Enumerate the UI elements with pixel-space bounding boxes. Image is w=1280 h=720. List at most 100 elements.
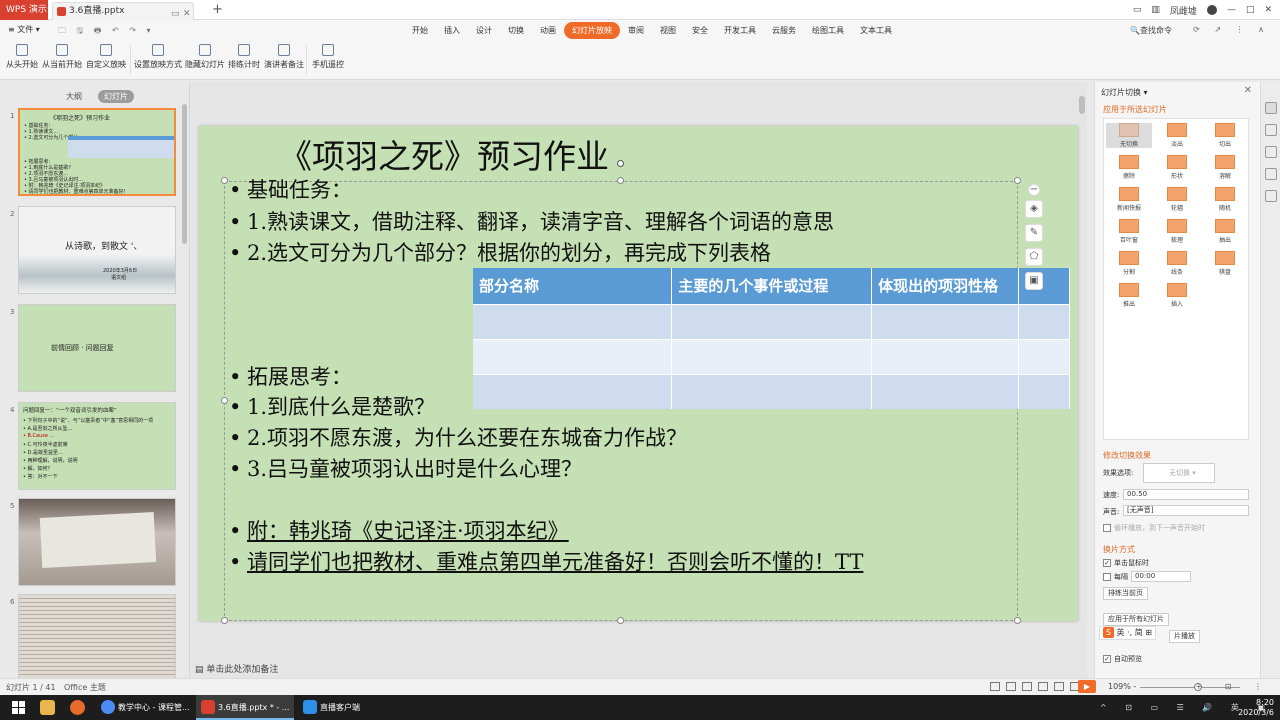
resize-handle-bottom-left[interactable] [221, 617, 228, 624]
notes-area[interactable]: ▤ 单击此处添加备注 [195, 662, 278, 675]
document-tab[interactable]: 3.6直播.pptx ▭ ✕ [52, 2, 194, 20]
transition-option[interactable]: 轮辐 [1154, 187, 1200, 212]
frame-float-icon[interactable]: ▣ [1025, 272, 1043, 290]
transition-option[interactable]: 切出 [1202, 123, 1248, 148]
hide-slide-button[interactable]: 隐藏幻灯片 [185, 44, 225, 70]
close-icon[interactable]: ✕ [1244, 85, 1252, 96]
panel-icon[interactable]: ▥ [1151, 5, 1160, 15]
resize-handle-top-right[interactable] [1014, 177, 1021, 184]
slide-thumbnail-3[interactable]: 前情回顾 · 问题回复 [18, 304, 176, 392]
transition-option[interactable]: 线条 [1154, 251, 1200, 276]
close-window-button[interactable]: ✕ [1264, 5, 1272, 15]
tab-outline[interactable]: 大纲 [60, 90, 88, 103]
ribbon-tab[interactable]: 安全 [684, 22, 716, 39]
resize-handle-left[interactable] [221, 397, 228, 404]
rehearse-current-button[interactable]: 排练当前页 [1103, 587, 1148, 600]
transition-option[interactable]: 抽出 [1202, 219, 1248, 244]
notes-view-icon[interactable] [1038, 682, 1048, 691]
table-cell[interactable] [473, 338, 673, 374]
ribbon-right-icons[interactable]: ⟳ ↗ ⋮ ∧ [1193, 25, 1270, 34]
table-cell[interactable] [671, 303, 873, 339]
status-right-icons[interactable]: + ⊡ ⋮ [1196, 682, 1273, 691]
transition-option[interactable]: 棋盘 [1202, 251, 1248, 276]
ribbon-tab[interactable]: 切换 [500, 22, 532, 39]
avatar[interactable] [1206, 5, 1217, 15]
ribbon-tab[interactable]: 云服务 [764, 22, 804, 39]
wps-app-tab[interactable]: WPS 演示 [0, 0, 48, 20]
transition-option[interactable]: 形状 [1154, 155, 1200, 180]
speaker-notes-button[interactable]: 演讲者备注 [264, 44, 304, 70]
transition-option[interactable]: 随机 [1202, 187, 1248, 212]
transition-option[interactable]: 擦除 [1106, 155, 1152, 180]
custom-show-button[interactable]: 自定义放映 [86, 44, 126, 70]
table-cell[interactable] [1018, 373, 1070, 409]
outline-view-icon[interactable] [1054, 682, 1064, 691]
firefox-icon[interactable] [70, 700, 85, 715]
transition-option[interactable]: 无切换 [1106, 123, 1152, 148]
ribbon-tab[interactable]: 视图 [652, 22, 684, 39]
slide-thumbnail-4[interactable]: 问题回复一：“一个双音词引发的血案” • 下列句子中的“说”、与“以塞责者”中“… [18, 402, 176, 490]
start-slideshow-button[interactable]: ▶ [1078, 680, 1096, 693]
slide-thumbnail-5[interactable] [18, 498, 176, 586]
resize-handle-bottom[interactable] [617, 617, 624, 624]
transition-option[interactable]: 分割 [1106, 251, 1152, 276]
table-cell[interactable] [671, 373, 873, 409]
apply-all-button[interactable]: 应用于所有幻灯片 [1103, 613, 1169, 626]
rotate-handle[interactable] [617, 160, 624, 167]
every-time-input[interactable]: 00:00 [1131, 571, 1191, 582]
transition-option[interactable]: 百叶窗 [1106, 219, 1152, 244]
play-from-current-button[interactable]: 从当前开始 [42, 44, 82, 70]
ribbon-tab[interactable]: 开始 [404, 22, 436, 39]
transition-option[interactable]: 推出 [1106, 283, 1152, 308]
transition-option[interactable]: 淡出 [1154, 123, 1200, 148]
table-cell[interactable] [1018, 303, 1070, 339]
current-slide[interactable]: 《项羽之死》预习作业 • 基础任务： • 1.熟读课文，借助注释、翻译，读清字音、理… [199, 126, 1078, 624]
table-cell[interactable] [473, 303, 673, 339]
ribbon-tab[interactable]: 插入 [436, 22, 468, 39]
slide-thumbnail-2[interactable]: 从诗歌，到散文 '、 2020年3月6日 语文组 [18, 206, 176, 294]
table-cell[interactable] [871, 303, 1020, 339]
taskbar-wps-task[interactable]: 3.6直播.pptx * - ... [196, 695, 294, 720]
zoom-level[interactable]: 109% - [1108, 682, 1136, 691]
rehearse-timings-button[interactable]: 排练计时 [228, 44, 260, 70]
file-explorer-icon[interactable] [40, 700, 55, 715]
transition-option[interactable]: 溶解 [1202, 155, 1248, 180]
animation-icon[interactable] [1265, 168, 1277, 180]
clock[interactable]: 8:20 2020/3/6 [1238, 698, 1274, 718]
tab-slides[interactable]: 幻灯片 [98, 90, 134, 103]
history-icon[interactable] [1265, 190, 1277, 202]
table-cell[interactable] [671, 338, 873, 374]
thumbnail-scrollbar[interactable] [182, 104, 187, 244]
normal-view-icon[interactable] [990, 682, 1000, 691]
maximize-button[interactable]: □ [1246, 5, 1255, 15]
ribbon-tab[interactable]: 幻灯片放映 [564, 22, 620, 39]
every-checkbox[interactable]: 每隔 [1103, 572, 1128, 582]
layers-float-icon[interactable]: ◈ [1025, 200, 1043, 218]
on-click-checkbox[interactable]: ✓ 单击鼠标时 [1103, 558, 1149, 568]
speed-input[interactable]: 00.50 [1123, 489, 1249, 500]
setup-show-button[interactable]: 设置放映方式 [134, 44, 182, 70]
sorter-view-icon[interactable] [1006, 682, 1016, 691]
start-icon[interactable] [12, 701, 25, 714]
file-menu[interactable]: ≡ 文件 ▾ [8, 24, 40, 35]
ribbon-tab[interactable]: 文本工具 [852, 22, 900, 39]
slide-title[interactable]: 《项羽之死》预习作业 [279, 130, 609, 178]
settings-icon[interactable] [1265, 146, 1277, 158]
new-tab-button[interactable]: + [212, 0, 223, 20]
collapse-float-icon[interactable]: − [1028, 184, 1040, 196]
share-icon[interactable] [1265, 124, 1277, 136]
taskbar-live-client-task[interactable]: 直播客户端 [298, 695, 382, 720]
phone-remote-button[interactable]: 手机遥控 [312, 44, 344, 70]
transition-panel-icon[interactable] [1265, 102, 1277, 114]
loop-sound-checkbox[interactable]: 循环播放，到下一声音开始时 [1103, 523, 1205, 533]
shape-float-icon[interactable]: ⬠ [1025, 248, 1043, 266]
auto-preview-checkbox[interactable]: ✓ 自动预览 [1103, 654, 1142, 664]
ribbon-tab[interactable]: 开发工具 [716, 22, 764, 39]
minimize-button[interactable]: — [1227, 5, 1236, 15]
ribbon-tab[interactable]: 审阅 [620, 22, 652, 39]
user-name[interactable]: 凤雌墟 [1170, 4, 1197, 17]
layout-icon[interactable]: ▭ [1133, 5, 1142, 15]
table-cell[interactable] [473, 373, 673, 409]
search-command[interactable]: 🔍查找命令 [1130, 25, 1172, 36]
brush-float-icon[interactable]: ✎ [1025, 224, 1043, 242]
